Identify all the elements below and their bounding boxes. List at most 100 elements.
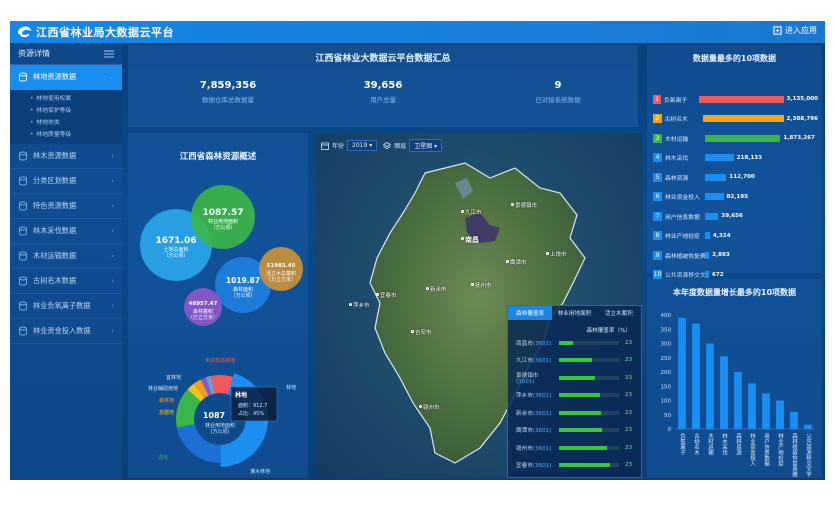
coverage-tab[interactable]: 活立木蓄积 xyxy=(597,306,641,320)
sidebar-item[interactable]: 林木采伐数据 › xyxy=(10,219,122,244)
city-label[interactable]: 鹰潭市 xyxy=(510,258,527,266)
bar[interactable] xyxy=(776,400,784,430)
layer-select[interactable]: 卫星图 ▾ xyxy=(409,139,443,152)
city-marker-icon xyxy=(426,287,429,290)
coverage-row: 赣州市(3601) 23 xyxy=(508,439,641,457)
rank-number: 2 xyxy=(653,114,662,123)
city-label[interactable]: 萍乡市 xyxy=(353,301,370,309)
city-marker-icon xyxy=(411,330,414,333)
forest-overview-panel: 江西省森林资源概述 1671.06 土地总面积 （万公顷） 1087.57 林业用地面积… xyxy=(128,133,308,478)
rank-bar xyxy=(705,271,709,278)
city-label[interactable]: 上饶市 xyxy=(550,250,567,258)
rank-number: 5 xyxy=(653,172,662,182)
bar[interactable] xyxy=(692,323,700,429)
city-label[interactable]: 宜春市 xyxy=(380,291,397,299)
year-select[interactable]: 2019 ▾ xyxy=(347,140,378,151)
bar[interactable] xyxy=(706,343,714,430)
province-map[interactable]: 九江市 景德镇市 南昌 鹰潭市 上饶市 新余市 宜春市 萍乡市 抚州市 吉安市 赣州市 年份 201… xyxy=(315,133,642,478)
bar[interactable] xyxy=(762,393,770,429)
rank-value: 3,135,000 xyxy=(786,96,819,102)
coverage-bar xyxy=(559,445,619,450)
sidebar-item[interactable]: 林木资源数据 › xyxy=(10,144,122,169)
database-icon xyxy=(19,226,27,236)
x-tick-label: 林业产地检疫 xyxy=(777,432,784,468)
sidebar-subitem[interactable]: 林地保护等级 xyxy=(10,105,122,117)
bar[interactable] xyxy=(748,383,756,429)
donut-label: 迹地 xyxy=(158,454,168,461)
coverage-bar-fill xyxy=(559,463,610,468)
sidebar-item[interactable]: 分类区划数据 › xyxy=(10,169,122,194)
bar[interactable] xyxy=(790,411,798,429)
database-icon xyxy=(19,251,27,261)
menu-icon[interactable] xyxy=(104,50,114,58)
stat-label: 数据仓库总数据量 xyxy=(202,96,254,104)
city-name: 萍乡市(3601) xyxy=(516,393,552,400)
sidebar-subitem[interactable]: 林地使用权属 xyxy=(10,93,122,105)
city-label[interactable]: 赣州市 xyxy=(423,403,440,411)
sidebar-item[interactable]: 木材运输数据 › xyxy=(10,244,122,269)
layers-icon xyxy=(383,141,392,149)
rank-row: 8 林业产地检疫 4,324 xyxy=(653,230,818,242)
sidebar-item[interactable]: 林业负氧离子数据 › xyxy=(10,294,122,319)
donut-label: 林地 xyxy=(286,384,296,391)
coverage-bar xyxy=(559,375,619,380)
city-code: (3601) xyxy=(532,410,552,417)
chevron-right-icon: › xyxy=(111,177,114,185)
city-label[interactable]: 新余市 xyxy=(430,285,447,293)
sidebar: 资源详情 林地资源数据 ⌄ 林地使用权属林地保护等级林地地类林地质量等级林木资源数据… xyxy=(10,43,122,480)
coverage-tab[interactable]: 林业用地面积 xyxy=(552,306,596,320)
sidebar-subitem[interactable]: 林地地类 xyxy=(10,117,122,129)
coverage-bar-fill xyxy=(559,358,592,363)
city-name: 景德镇市(3601) xyxy=(516,372,539,385)
city-label[interactable]: 九江市 xyxy=(465,208,482,216)
y-tick-label: 200 xyxy=(661,370,672,376)
city-label[interactable]: 景德镇市 xyxy=(515,201,537,209)
coverage-tab[interactable]: 森林覆盖率 xyxy=(508,306,553,320)
sidebar-item[interactable]: 特色资源数据 › xyxy=(10,194,122,219)
bar[interactable] xyxy=(678,317,686,429)
city-code: (3601) xyxy=(532,340,552,347)
chevron-right-icon: › xyxy=(111,302,114,310)
coverage-bar xyxy=(559,358,619,363)
coverage-bar-fill xyxy=(559,445,607,450)
rank-row: 9森林植被恢复费缴交 2,893 xyxy=(653,249,818,261)
enter-app-button[interactable]: 进入应用 xyxy=(773,25,817,36)
city-label[interactable]: 吉安市 xyxy=(415,328,432,336)
donut-tooltip: 林地面积：912.7占比：45% xyxy=(230,386,278,422)
city-name: 宜春市(3601) xyxy=(516,463,552,470)
bar[interactable] xyxy=(804,424,812,429)
rank-number: 1 xyxy=(653,94,661,104)
bubble-label: 活立木总蓄积 xyxy=(266,270,296,277)
rank-number: 10 xyxy=(653,270,662,279)
coverage-bar-fill xyxy=(559,340,573,345)
rank-bar xyxy=(705,173,727,181)
city-marker-icon xyxy=(419,405,422,408)
sidebar-item[interactable]: 林地资源数据 ⌄ xyxy=(10,65,122,90)
bar[interactable] xyxy=(720,356,728,429)
chevron-down-icon: ⌄ xyxy=(108,73,114,81)
sidebar-subitem[interactable]: 林地质量等级 xyxy=(10,129,122,141)
rank-name: 林木采伐 xyxy=(665,156,689,162)
bubble-label: 森林蓄积 xyxy=(193,308,213,315)
sidebar-item[interactable]: 林业资金投入数据 › xyxy=(10,319,122,344)
coverage-value: 23 xyxy=(625,339,633,346)
app-window: 江西省林业局大数据云平台 进入应用 资源详情 林地资源数据 ⌄ 林地使用权属林地保护… xyxy=(10,21,825,480)
x-tick-label: 负氧离子 xyxy=(679,432,686,456)
city-label[interactable]: 抚州市 xyxy=(475,281,492,289)
rank-name: 林业资金投入 xyxy=(665,195,700,201)
city-marker-icon xyxy=(461,210,464,213)
sidebar-item[interactable]: 古树名木数据 › xyxy=(10,269,122,294)
sidebar-submenu: 林地使用权属林地保护等级林地地类林地质量等级 xyxy=(10,90,122,144)
coverage-row: 萍乡市(3601) 23 xyxy=(508,387,641,405)
sidebar-title: 资源详情 xyxy=(18,49,50,58)
top-bar: 江西省林业局大数据云平台 进入应用 xyxy=(10,21,825,43)
database-icon xyxy=(19,301,27,311)
growth-chart-panel: 本年度数据量增长最多的10项数据 0 50 100 150 200 250 300 350 40… xyxy=(647,279,822,478)
donut-label: 灌木林地 xyxy=(250,468,270,475)
stat-label: 用户总量 xyxy=(370,96,396,104)
bar[interactable] xyxy=(734,372,742,429)
donut-label: 未成林造林地 xyxy=(205,357,235,364)
donut-center-value: 1087 xyxy=(203,411,225,420)
city-label[interactable]: 南昌 xyxy=(465,235,479,245)
coverage-bar-fill xyxy=(559,375,595,380)
